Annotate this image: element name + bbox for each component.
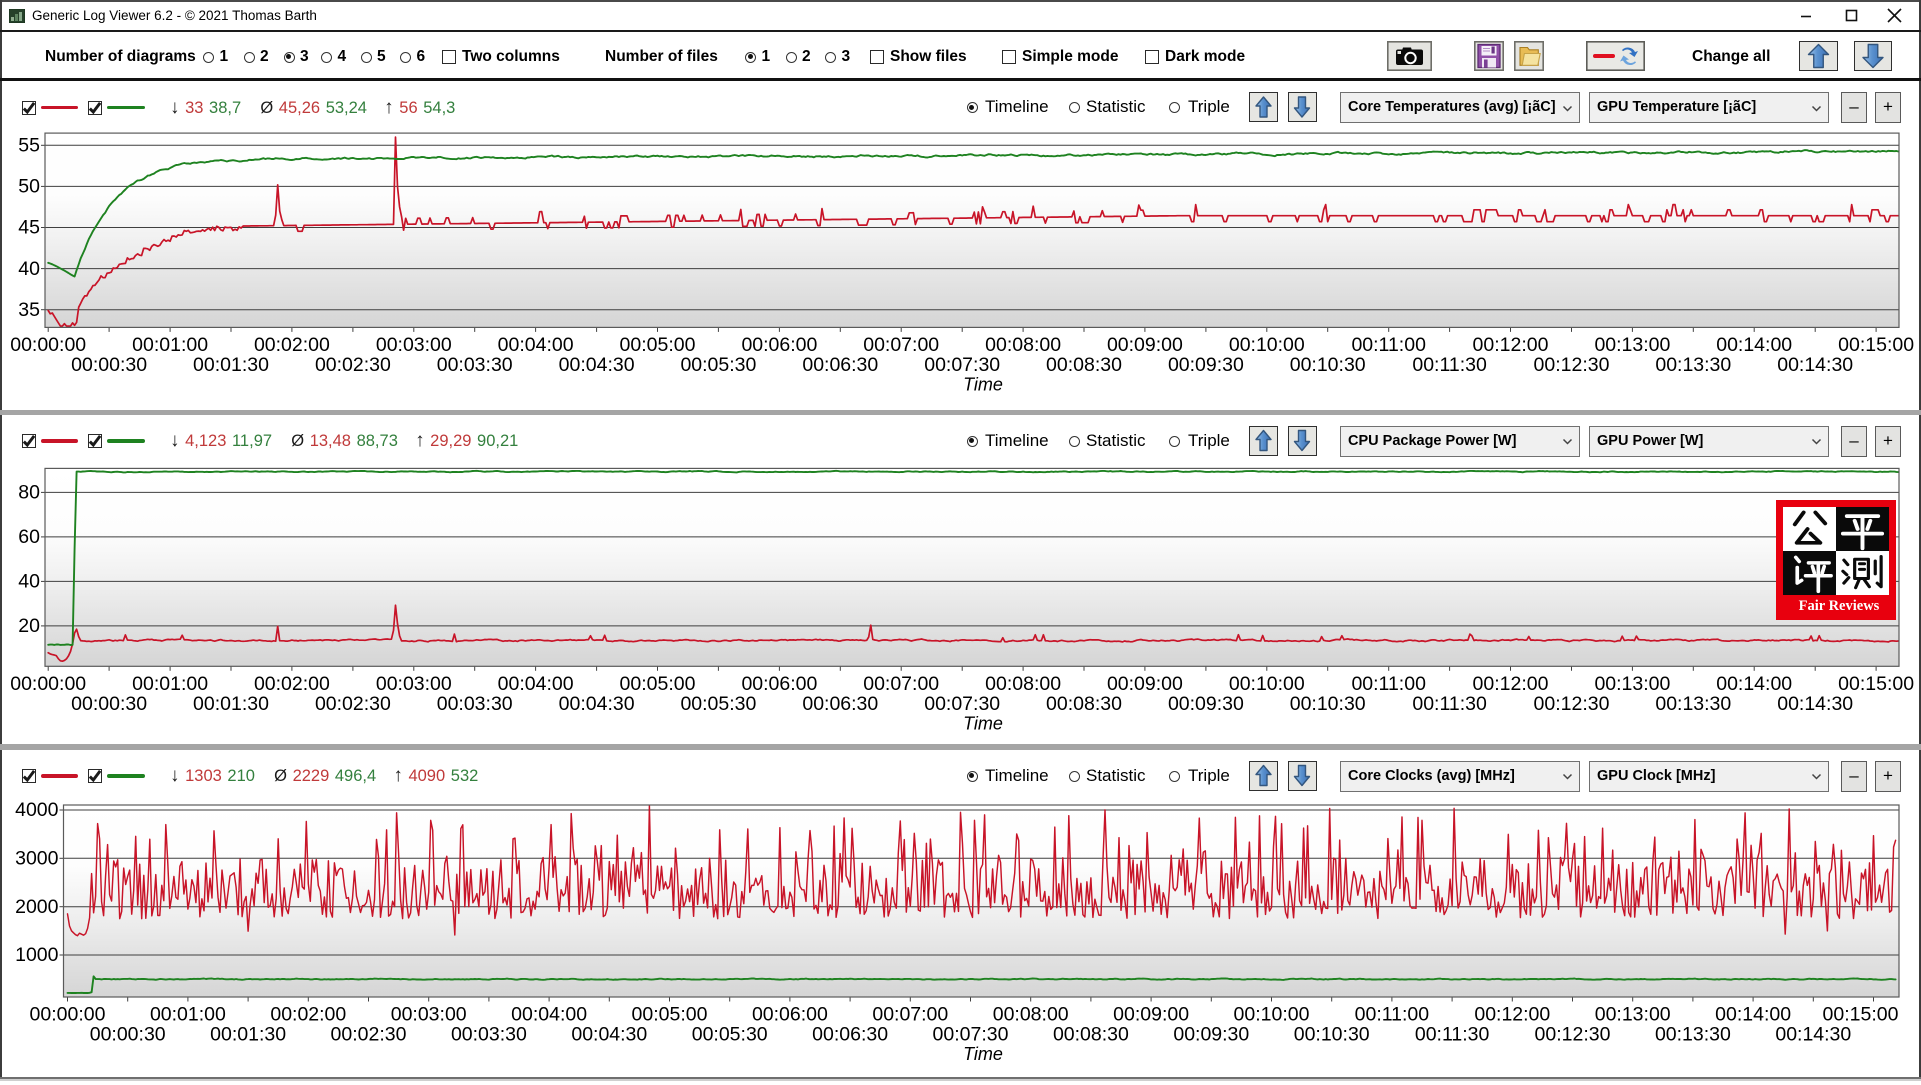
svg-text:Fair Reviews: Fair Reviews bbox=[1799, 598, 1880, 614]
